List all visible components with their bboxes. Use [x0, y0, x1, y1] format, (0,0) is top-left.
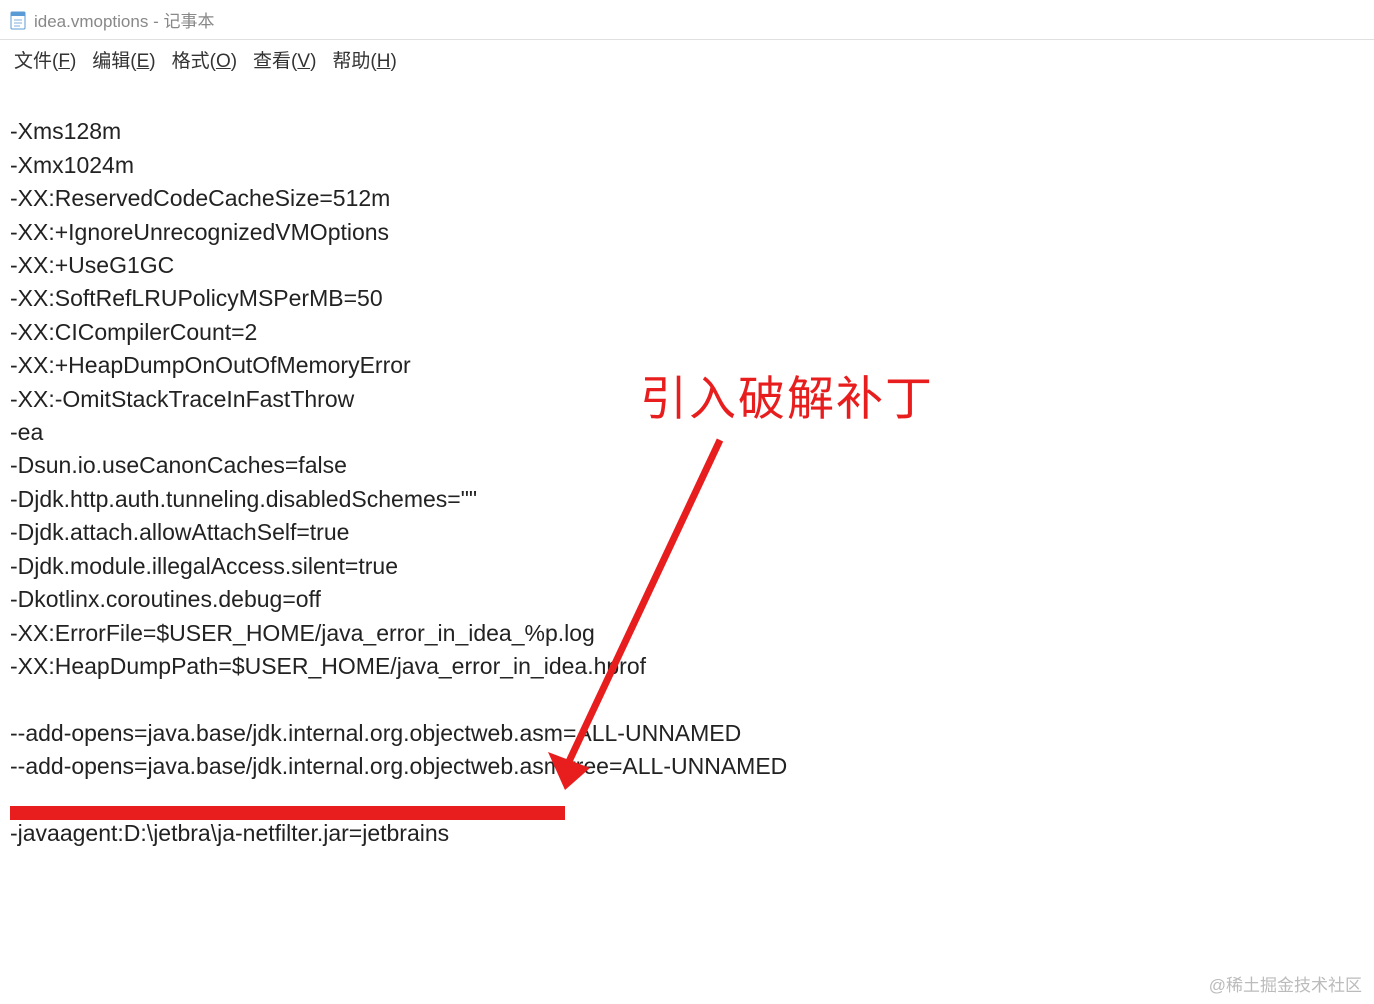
menu-file[interactable]: 文件(F): [8, 44, 82, 75]
annotation-label: 引入破解补丁: [640, 360, 934, 429]
titlebar: idea.vmoptions - 记事本: [0, 0, 1374, 40]
menu-help[interactable]: 帮助(H): [326, 44, 402, 75]
window-title: idea.vmoptions - 记事本: [34, 7, 214, 32]
menubar: 文件(F) 编辑(E) 格式(O) 查看(V) 帮助(H): [0, 40, 1374, 76]
content-line: -Xmx1024m: [10, 149, 1364, 182]
content-line: -XX:+IgnoreUnrecognizedVMOptions: [10, 216, 1364, 249]
content-line: -XX:ReservedCodeCacheSize=512m: [10, 182, 1364, 215]
content-line: -Dkotlinx.coroutines.debug=off: [10, 583, 1364, 616]
content-line: -Dsun.io.useCanonCaches=false: [10, 449, 1364, 482]
content-line: -XX:CICompilerCount=2: [10, 316, 1364, 349]
content-line: -XX:HeapDumpPath=$USER_HOME/java_error_i…: [10, 650, 1364, 683]
watermark: @稀土掘金技术社区: [1209, 971, 1362, 996]
annotation-underline: [10, 806, 565, 820]
content-line: -XX:SoftRefLRUPolicyMSPerMB=50: [10, 282, 1364, 315]
content-line: --add-opens=java.base/jdk.internal.org.o…: [10, 750, 1364, 783]
editor-content[interactable]: -Xms128m-Xmx1024m-XX:ReservedCodeCacheSi…: [0, 76, 1374, 856]
menu-edit[interactable]: 编辑(E): [86, 44, 161, 75]
content-line: -XX:ErrorFile=$USER_HOME/java_error_in_i…: [10, 617, 1364, 650]
notepad-icon: [8, 10, 28, 30]
content-line: -Djdk.module.illegalAccess.silent=true: [10, 550, 1364, 583]
menu-format[interactable]: 格式(O): [166, 44, 243, 75]
content-line: --add-opens=java.base/jdk.internal.org.o…: [10, 717, 1364, 750]
content-line: -Djdk.http.auth.tunneling.disabledScheme…: [10, 483, 1364, 516]
content-line: -XX:+UseG1GC: [10, 249, 1364, 282]
menu-view[interactable]: 查看(V): [247, 44, 322, 75]
content-line: [10, 683, 1364, 716]
content-line: -javaagent:D:\jetbra\ja-netfilter.jar=je…: [10, 817, 1364, 850]
content-line: -Xms128m: [10, 115, 1364, 148]
content-line: -Djdk.attach.allowAttachSelf=true: [10, 516, 1364, 549]
